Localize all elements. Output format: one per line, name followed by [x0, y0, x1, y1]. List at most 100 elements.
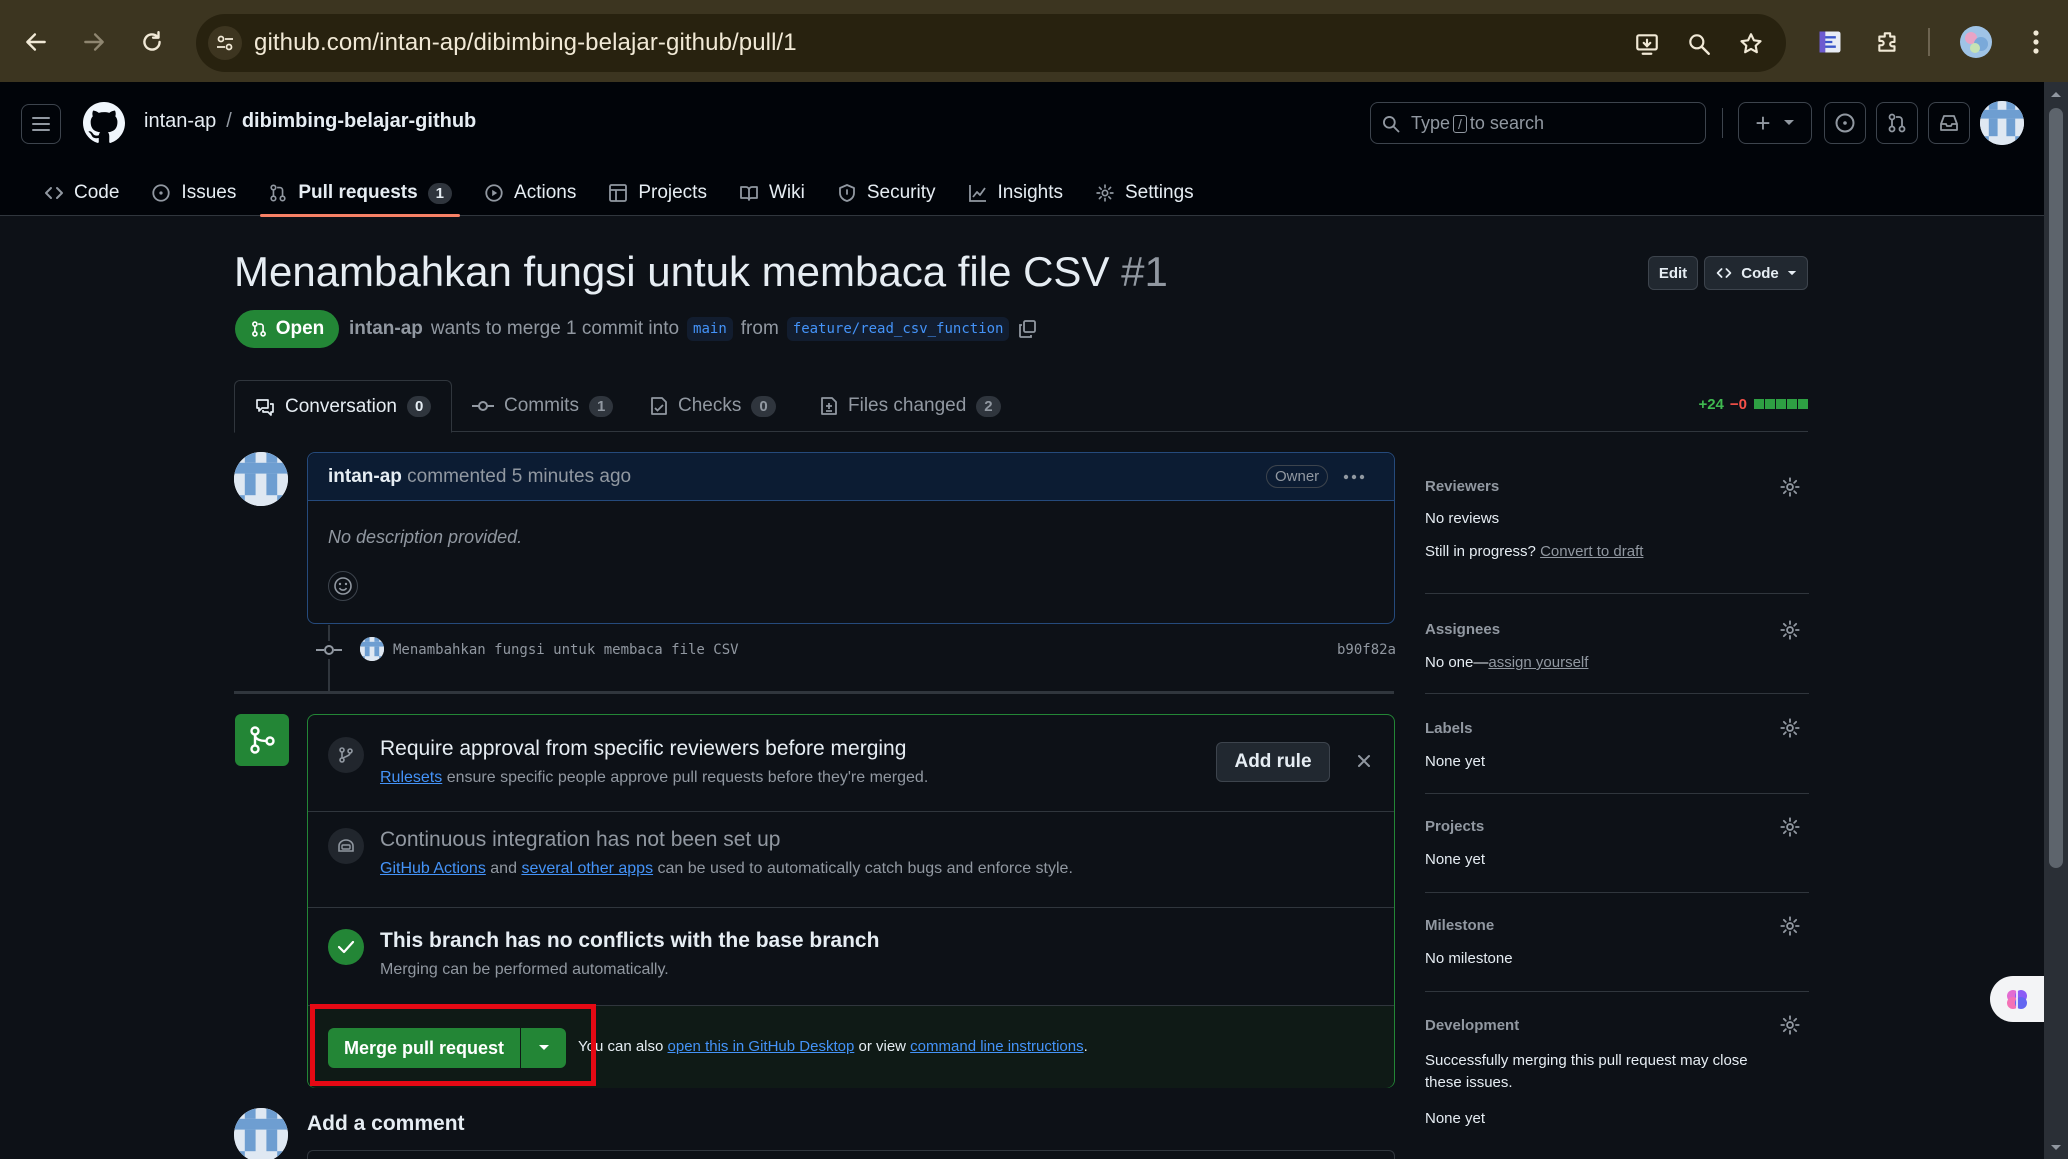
comment-editor[interactable] [307, 1150, 1395, 1159]
tab-conversation[interactable]: Conversation 0 [234, 380, 453, 433]
url-text[interactable]: github.com/intan-ap/dibimbing-belajar-gi… [254, 29, 797, 57]
tab-projects[interactable]: Projects [592, 170, 723, 216]
gear-icon[interactable] [1779, 1014, 1801, 1036]
code-dropdown-button[interactable]: Code [1704, 256, 1808, 290]
convert-to-draft-link[interactable]: Convert to draft [1540, 543, 1643, 560]
repo-owner-link[interactable]: intan-ap [144, 110, 216, 133]
create-new-button[interactable]: + [1738, 102, 1812, 144]
git-pull-request-icon [270, 184, 286, 202]
profile-avatar-icon[interactable] [1956, 22, 1996, 62]
command-line-link[interactable]: command line instructions [910, 1038, 1083, 1055]
labels-title[interactable]: Labels [1425, 720, 1473, 737]
gear-icon[interactable] [1779, 915, 1801, 937]
commit-author-avatar[interactable] [360, 637, 384, 661]
smiley-icon[interactable] [328, 571, 358, 601]
reviewers-value: No reviews [1425, 510, 1500, 527]
search-input[interactable]: Type / to search [1370, 102, 1706, 144]
book-icon [740, 186, 758, 201]
issues-icon[interactable] [1824, 102, 1866, 144]
gear-icon[interactable] [1779, 816, 1801, 838]
edit-button[interactable]: Edit [1648, 256, 1698, 290]
gear-icon[interactable] [1779, 619, 1801, 641]
comment-timestamp[interactable]: commented 5 minutes ago [407, 466, 631, 487]
github-desktop-link[interactable]: open this in GitHub Desktop [668, 1038, 855, 1055]
commit-message-link[interactable]: Menambahkan fungsi untuk membaca file CS… [393, 642, 739, 658]
page-scrollbar[interactable] [2044, 82, 2068, 1159]
address-bar[interactable]: github.com/intan-ap/dibimbing-belajar-gi… [196, 14, 1786, 72]
projects-title[interactable]: Projects [1425, 818, 1484, 835]
comment-author-avatar[interactable] [234, 452, 288, 506]
tab-checks[interactable]: Checks 0 [630, 380, 796, 432]
close-icon[interactable] [1352, 749, 1376, 773]
status-badge: Open [235, 310, 339, 348]
milestone-title[interactable]: Milestone [1425, 917, 1494, 934]
reload-icon[interactable] [132, 22, 172, 62]
extension-icon[interactable] [1810, 22, 1850, 62]
reviewers-title[interactable]: Reviewers [1425, 478, 1499, 495]
repo-name-link[interactable]: dibimbing-belajar-github [242, 110, 476, 133]
puzzle-extensions-icon[interactable] [1868, 22, 1908, 62]
back-arrow-icon[interactable] [16, 22, 56, 62]
toolbar-divider [1928, 28, 1930, 56]
tab-pull-requests[interactable]: Pull requests 1 [252, 170, 468, 217]
scroll-up-arrow-icon[interactable] [2050, 90, 2062, 98]
github-logo-icon[interactable] [83, 102, 125, 144]
tab-security[interactable]: Security [821, 170, 952, 216]
tab-code[interactable]: Code [28, 170, 135, 216]
install-app-icon[interactable] [1630, 27, 1664, 61]
gear-icon[interactable] [1779, 717, 1801, 739]
add-comment-heading: Add a comment [307, 1112, 465, 1135]
status-label: Open [275, 318, 325, 339]
head-branch[interactable]: feature/read_csv_function [786, 317, 1010, 341]
conversation-counter: 0 [406, 396, 432, 417]
user-avatar[interactable] [1980, 101, 2024, 145]
other-apps-link[interactable]: several other apps [521, 860, 653, 877]
pull-requests-icon[interactable] [1876, 102, 1918, 144]
site-settings-icon[interactable] [208, 26, 242, 60]
development-title[interactable]: Development [1425, 1017, 1519, 1034]
hamburger-menu-icon[interactable] [21, 104, 61, 144]
assign-yourself-link[interactable]: assign yourself [1488, 654, 1588, 671]
gear-icon[interactable] [1779, 476, 1801, 498]
zoom-icon[interactable] [1682, 27, 1716, 61]
tab-insights[interactable]: Insights [952, 170, 1079, 216]
tab-commits-label: Commits [504, 395, 579, 416]
tab-code-label: Code [74, 182, 120, 203]
caret-down-icon [1783, 120, 1794, 125]
add-rule-button[interactable]: Add rule [1216, 742, 1330, 782]
tab-commits[interactable]: Commits 1 [452, 380, 633, 432]
base-branch[interactable]: main [687, 317, 733, 341]
tab-files-changed[interactable]: Files changed 2 [800, 380, 1021, 432]
brain-extension-icon[interactable] [1990, 976, 2044, 1022]
check-icon [328, 929, 364, 965]
conflict-title: This branch has no conflicts with the ba… [380, 929, 880, 952]
tab-actions[interactable]: Actions [468, 170, 592, 216]
git-merge-icon [235, 714, 289, 766]
assignees-title[interactable]: Assignees [1425, 621, 1500, 638]
comment-author-link[interactable]: intan-ap [328, 466, 402, 487]
github-actions-link[interactable]: GitHub Actions [380, 860, 486, 877]
github-header: intan-ap / dibimbing-belajar-github Type… [0, 82, 2068, 217]
sidebar-development: Development Successfully merging this pu… [1425, 992, 1809, 1159]
tab-settings[interactable]: Settings [1079, 170, 1210, 216]
sidebar-milestone: Milestone No milestone [1425, 893, 1809, 992]
pr-author-link[interactable]: intan-ap [349, 318, 423, 340]
forward-arrow-icon[interactable] [74, 22, 114, 62]
copy-icon[interactable] [1017, 319, 1037, 339]
tab-issues[interactable]: Issues [135, 170, 252, 216]
inbox-icon[interactable] [1928, 102, 1970, 144]
git-branch-icon [328, 737, 364, 773]
browser-menu-icon[interactable] [2016, 22, 2056, 62]
commit-sha-link[interactable]: b90f82a [1337, 642, 1396, 658]
tab-wiki[interactable]: Wiki [723, 170, 821, 216]
scrollbar-thumb[interactable] [2049, 108, 2063, 868]
scroll-down-arrow-icon[interactable] [2050, 1144, 2062, 1152]
kebab-menu-icon[interactable] [1342, 467, 1366, 487]
development-value: None yet [1425, 1110, 1486, 1127]
edit-button-label: Edit [1658, 264, 1688, 282]
conflict-subtitle: Merging can be performed automatically. [380, 961, 669, 978]
ci-and-text: and [490, 860, 517, 877]
rulesets-link[interactable]: Rulesets [380, 769, 442, 786]
sidebar-projects: Projects None yet [1425, 794, 1809, 893]
bookmark-star-icon[interactable] [1734, 27, 1768, 61]
